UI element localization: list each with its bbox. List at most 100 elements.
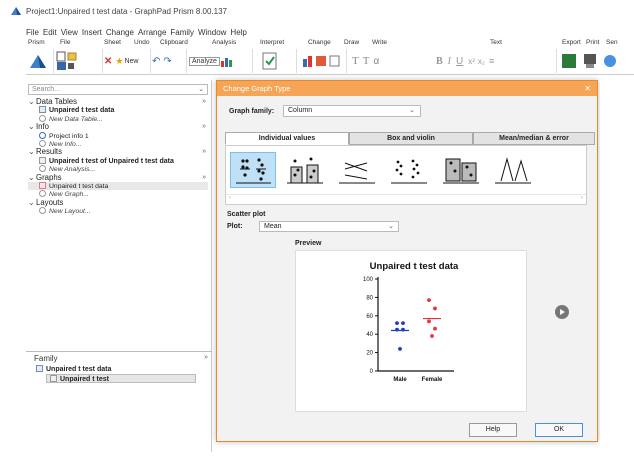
undo-tools[interactable]: ↶ ↷ <box>152 51 182 71</box>
expand-section-icon[interactable]: » <box>202 174 206 182</box>
scatter-plot-label: Scatter plot <box>227 211 266 218</box>
export-print-tools[interactable] <box>560 51 630 71</box>
menu-edit[interactable]: Edit <box>43 28 57 37</box>
menu-family[interactable]: Family <box>170 28 194 37</box>
analysis-chart-icon[interactable] <box>220 55 236 67</box>
menu-arrange[interactable]: Arrange <box>138 28 166 37</box>
text-box-icon[interactable]: T <box>363 55 370 67</box>
play-preview-button[interactable] <box>555 305 569 319</box>
collapse-icon[interactable]: ⌄ <box>28 122 36 131</box>
group-change: Change <box>308 39 331 46</box>
prism-logo-icon[interactable] <box>28 51 50 71</box>
section-label: Data Tables <box>36 97 78 106</box>
scatter-bar-icon[interactable] <box>282 152 328 188</box>
menu-insert[interactable]: Insert <box>82 28 102 37</box>
window-title: Project1:Unpaired t test data - GraphPad… <box>26 6 227 16</box>
redo-icon[interactable]: ↷ <box>163 56 171 67</box>
navigator-search-input[interactable]: Search... ⌄ <box>28 84 208 95</box>
data-point <box>398 347 402 351</box>
section-label: Results <box>36 147 62 157</box>
undo-icon[interactable]: ↶ <box>152 56 160 67</box>
section-info[interactable]: ⌄Info » <box>28 122 208 131</box>
tree-item-new-layout[interactable]: New Layout... <box>28 207 208 215</box>
expand-section-icon[interactable]: » <box>202 98 206 106</box>
superscript-icon[interactable]: x² <box>468 57 475 66</box>
section-graphs[interactable]: ⌄Graphs » <box>28 173 208 182</box>
analyze-button[interactable]: Analyze <box>189 56 220 66</box>
scatter-plot-icon[interactable] <box>230 152 276 188</box>
collapse-icon[interactable]: ⌄ <box>28 198 36 207</box>
chevron-down-icon[interactable]: ⌄ <box>388 222 394 231</box>
alpha-icon[interactable]: α <box>373 56 379 67</box>
file-tools[interactable] <box>56 51 100 71</box>
x-category-label: Male <box>393 377 407 383</box>
subscript-icon[interactable]: x₂ <box>478 57 485 66</box>
text-tool-icon[interactable]: T <box>352 55 359 67</box>
interpret-icon[interactable] <box>262 51 282 71</box>
tree-item-data-table[interactable]: Unpaired t test data <box>28 106 208 114</box>
gallery-scrollbar[interactable]: ‹ › <box>226 194 586 204</box>
collapse-icon[interactable]: ⌄ <box>28 173 36 182</box>
group-send: Sen <box>606 39 618 46</box>
graph-icon <box>39 181 46 189</box>
italic-icon[interactable]: I <box>448 56 451 67</box>
line-pairs-icon[interactable] <box>490 152 536 188</box>
help-button[interactable]: Help <box>469 423 517 437</box>
y-tick-label: 0 <box>370 369 374 375</box>
text-format-tools[interactable]: B I U x² x₂ ≡ <box>436 51 546 71</box>
collapse-icon[interactable]: ⌄ <box>28 97 36 106</box>
family-item-data-table[interactable]: Unpaired t test data <box>36 365 111 373</box>
dialog-title: Change Graph Type <box>223 84 291 93</box>
tree-item-label: New Data Table... <box>49 115 103 123</box>
new-button[interactable]: New <box>124 58 138 65</box>
menu-window[interactable]: Window <box>198 28 226 37</box>
tab-mean-median-error[interactable]: Mean/median & error <box>473 132 595 145</box>
ok-button[interactable]: OK <box>535 423 583 437</box>
group-write: Write <box>372 39 388 46</box>
graph-family-select[interactable]: Column ⌄ <box>283 105 421 117</box>
menu-help[interactable]: Help <box>230 28 246 37</box>
graph-family-label: Graph family: <box>229 108 275 115</box>
scatter-spread-icon[interactable] <box>386 152 432 188</box>
collapse-icon[interactable]: ⌄ <box>28 147 36 156</box>
chevron-down-icon[interactable]: ⌄ <box>409 106 415 116</box>
section-results[interactable]: ⌄Results » <box>28 147 208 157</box>
tree-item-results[interactable]: Unpaired t test of Unpaired t test data <box>28 156 208 165</box>
chart-title: Unpaired t test data <box>370 261 459 272</box>
underline-icon[interactable]: U <box>456 56 463 67</box>
before-after-icon[interactable] <box>334 152 380 188</box>
analyze-tools[interactable]: Analyze <box>189 51 249 71</box>
scatter-box-icon[interactable] <box>438 152 484 188</box>
section-data-tables[interactable]: ⌄Data Tables » <box>28 97 208 106</box>
new-sheet-icon[interactable]: ★ <box>115 56 123 67</box>
data-point <box>395 321 399 326</box>
delete-icon[interactable]: ✕ <box>104 56 112 67</box>
plot-select[interactable]: Mean ⌄ <box>259 221 399 232</box>
tree-item-project-info[interactable]: Project info 1 <box>28 131 208 140</box>
scroll-right-icon[interactable]: › <box>581 195 583 201</box>
sheet-tools[interactable]: ✕ ★ New <box>104 51 148 71</box>
tab-individual-values[interactable]: Individual values <box>225 132 349 145</box>
menu-change[interactable]: Change <box>106 28 134 37</box>
close-icon[interactable]: ✕ <box>584 81 591 96</box>
tree-item-graph[interactable]: Unpaired t test data <box>28 181 208 191</box>
data-table-icon <box>39 106 46 114</box>
chevron-down-icon[interactable]: ⌄ <box>198 85 204 94</box>
section-layouts[interactable]: ⌄Layouts <box>28 198 208 207</box>
expand-section-icon[interactable]: » <box>202 148 206 156</box>
scroll-left-icon[interactable]: ‹ <box>229 195 231 201</box>
change-tools[interactable] <box>302 51 342 71</box>
family-item-results[interactable]: Unpaired t test <box>46 374 196 383</box>
results-icon <box>39 156 46 164</box>
add-icon <box>39 207 46 215</box>
expand-family-icon[interactable]: » <box>204 354 208 361</box>
menu-view[interactable]: View <box>61 28 78 37</box>
expand-section-icon[interactable]: » <box>202 123 206 131</box>
write-tools[interactable]: T T α <box>352 51 432 71</box>
group-text: Text <box>490 39 502 46</box>
tree-item-new-data-table[interactable]: New Data Table... <box>28 114 208 123</box>
align-icon[interactable]: ≡ <box>489 56 494 66</box>
bold-icon[interactable]: B <box>436 56 443 67</box>
tab-box-and-violin[interactable]: Box and violin <box>349 132 473 145</box>
menu-file[interactable]: File <box>26 28 39 37</box>
